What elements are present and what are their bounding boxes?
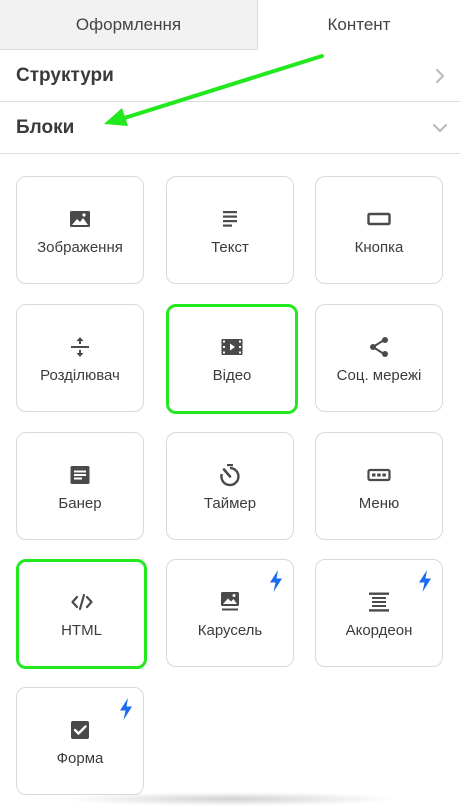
block-label: HTML: [61, 622, 102, 639]
block-card-form[interactable]: Форма: [16, 687, 144, 795]
block-card-timer[interactable]: Таймер: [166, 432, 294, 540]
tab-content[interactable]: Контент: [258, 0, 460, 50]
block-label: Кнопка: [354, 239, 404, 256]
tab-design[interactable]: Оформлення: [0, 0, 258, 50]
block-card-text[interactable]: Текст: [166, 176, 294, 284]
accordion-icon: [369, 592, 389, 612]
block-card-divider[interactable]: Розділювач: [16, 304, 144, 412]
lightning-icon: [419, 570, 431, 592]
block-label: Меню: [358, 495, 400, 512]
menu-icon: [367, 468, 391, 482]
block-label: Розділювач: [40, 367, 120, 384]
block-label: Форма: [56, 750, 104, 767]
block-card-html[interactable]: HTML: [16, 559, 147, 669]
block-card-image[interactable]: Зображення: [16, 176, 144, 284]
block-label: Акордеон: [345, 622, 413, 639]
banner-icon: [70, 466, 90, 484]
block-label: Зображення: [37, 239, 123, 256]
button-icon: [367, 212, 391, 226]
block-card-menu[interactable]: Меню: [315, 432, 443, 540]
tab-bar: Оформлення Контент: [0, 0, 460, 50]
text-icon: [223, 211, 237, 227]
block-label: Текст: [211, 239, 249, 256]
checkbox-icon: [71, 721, 89, 739]
block-label: Соц. мережі: [336, 367, 422, 384]
section-blocks[interactable]: Блоки: [0, 102, 460, 154]
block-card-accordion[interactable]: Акордеон: [315, 559, 443, 667]
section-structures[interactable]: Структури: [0, 50, 460, 102]
carousel-icon: [221, 592, 239, 611]
block-label: Банер: [58, 495, 102, 512]
block-card-social[interactable]: Соц. мережі: [315, 304, 443, 412]
image-icon: [70, 211, 90, 227]
block-label: Карусель: [197, 622, 263, 639]
timer-icon: [220, 464, 240, 487]
lightning-icon: [270, 570, 282, 592]
chevron-right-icon: [435, 68, 445, 84]
chevron-down-icon: [432, 123, 448, 133]
block-card-button[interactable]: Кнопка: [315, 176, 443, 284]
block-card-video[interactable]: Відео: [166, 304, 298, 414]
share-icon: [370, 337, 388, 357]
block-label: Відео: [212, 367, 252, 384]
block-card-carousel[interactable]: Карусель: [166, 559, 294, 667]
block-label: Таймер: [203, 495, 257, 512]
divider-icon: [71, 337, 89, 357]
section-structures-label: Структури: [16, 65, 114, 86]
block-card-banner[interactable]: Банер: [16, 432, 144, 540]
lightning-icon: [120, 698, 132, 720]
video-icon: [221, 339, 243, 355]
section-blocks-label: Блоки: [16, 117, 75, 138]
code-icon: [70, 593, 93, 611]
